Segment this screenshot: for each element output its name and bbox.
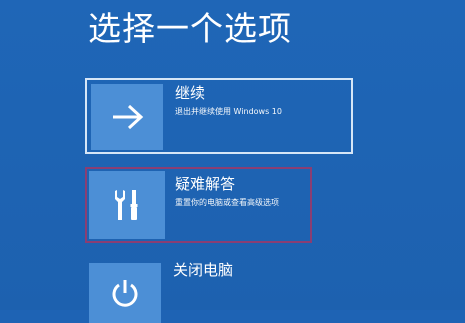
continue-title: 继续 xyxy=(175,84,206,102)
recovery-screen: 选择一个选项 继续 退出并继续使用 Windows 10 疑难解答 重置你的电脑… xyxy=(0,0,465,323)
continue-description: 退出并继续使用 Windows 10 xyxy=(175,107,282,116)
troubleshoot-tile xyxy=(89,171,165,239)
arrow-right-icon xyxy=(113,104,144,130)
troubleshoot-description: 重置你的电脑或查看高级选项 xyxy=(175,198,279,207)
troubleshoot-title: 疑难解答 xyxy=(175,175,236,193)
continue-option[interactable]: 继续 退出并继续使用 Windows 10 xyxy=(85,78,353,154)
shutdown-option[interactable]: 关闭电脑 xyxy=(85,259,353,323)
tools-icon xyxy=(115,190,138,220)
shutdown-title: 关闭电脑 xyxy=(173,261,234,279)
page-title: 选择一个选项 xyxy=(88,9,292,48)
shutdown-tile xyxy=(89,263,161,323)
troubleshoot-option[interactable]: 疑难解答 重置你的电脑或查看高级选项 xyxy=(85,167,312,243)
power-icon xyxy=(112,280,138,307)
continue-tile xyxy=(91,84,163,150)
